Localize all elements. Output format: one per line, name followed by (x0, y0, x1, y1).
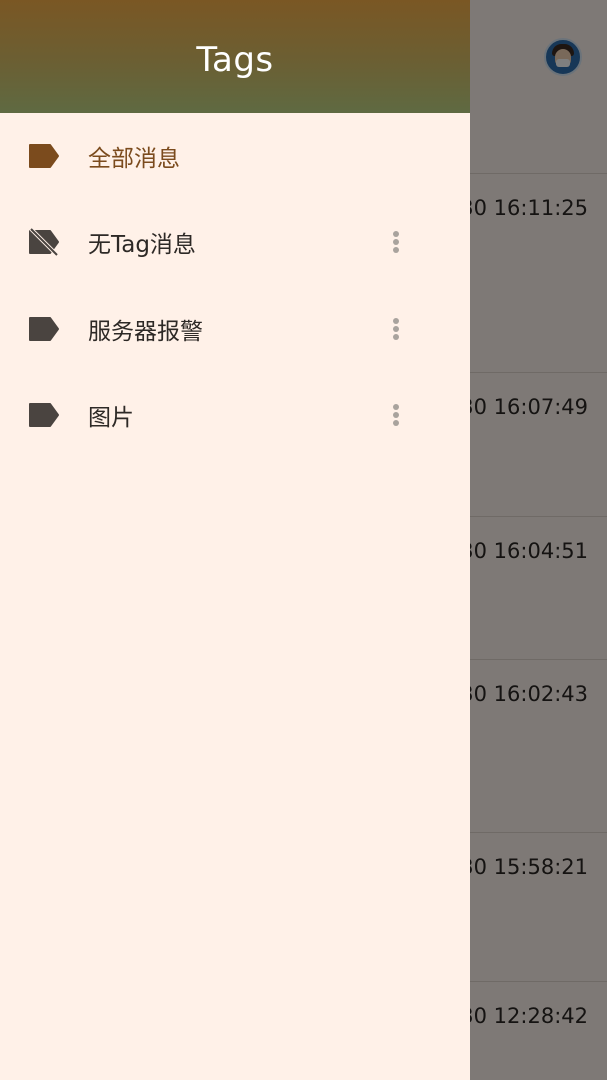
tag-item-label: 全部消息 (88, 146, 180, 172)
tag-item-label: 图片 (88, 405, 134, 431)
tag-item-label: 无Tag消息 (88, 232, 196, 258)
more-vert-icon[interactable] (382, 393, 410, 437)
tag-item-label: 服务器报警 (88, 319, 203, 345)
tag-item-untagged[interactable]: 无Tag消息 (0, 200, 470, 286)
more-vert-icon[interactable] (382, 307, 410, 351)
tag-off-icon (29, 228, 59, 256)
drawer-header: Tags (0, 0, 470, 113)
tag-filled-icon (29, 403, 59, 427)
drawer-title: Tags (196, 40, 274, 80)
tag-filled-icon (29, 144, 59, 168)
tag-item-all-messages[interactable]: 全部消息 (0, 114, 470, 200)
tag-filled-icon (29, 317, 59, 341)
tag-item-images[interactable]: 图片 (0, 373, 470, 459)
tag-item-server-alarm[interactable]: 服务器报警 (0, 287, 470, 373)
more-vert-icon[interactable] (382, 220, 410, 264)
tags-drawer: Tags 全部消息 无Tag消息 服务器报警 图片 (0, 0, 470, 1080)
